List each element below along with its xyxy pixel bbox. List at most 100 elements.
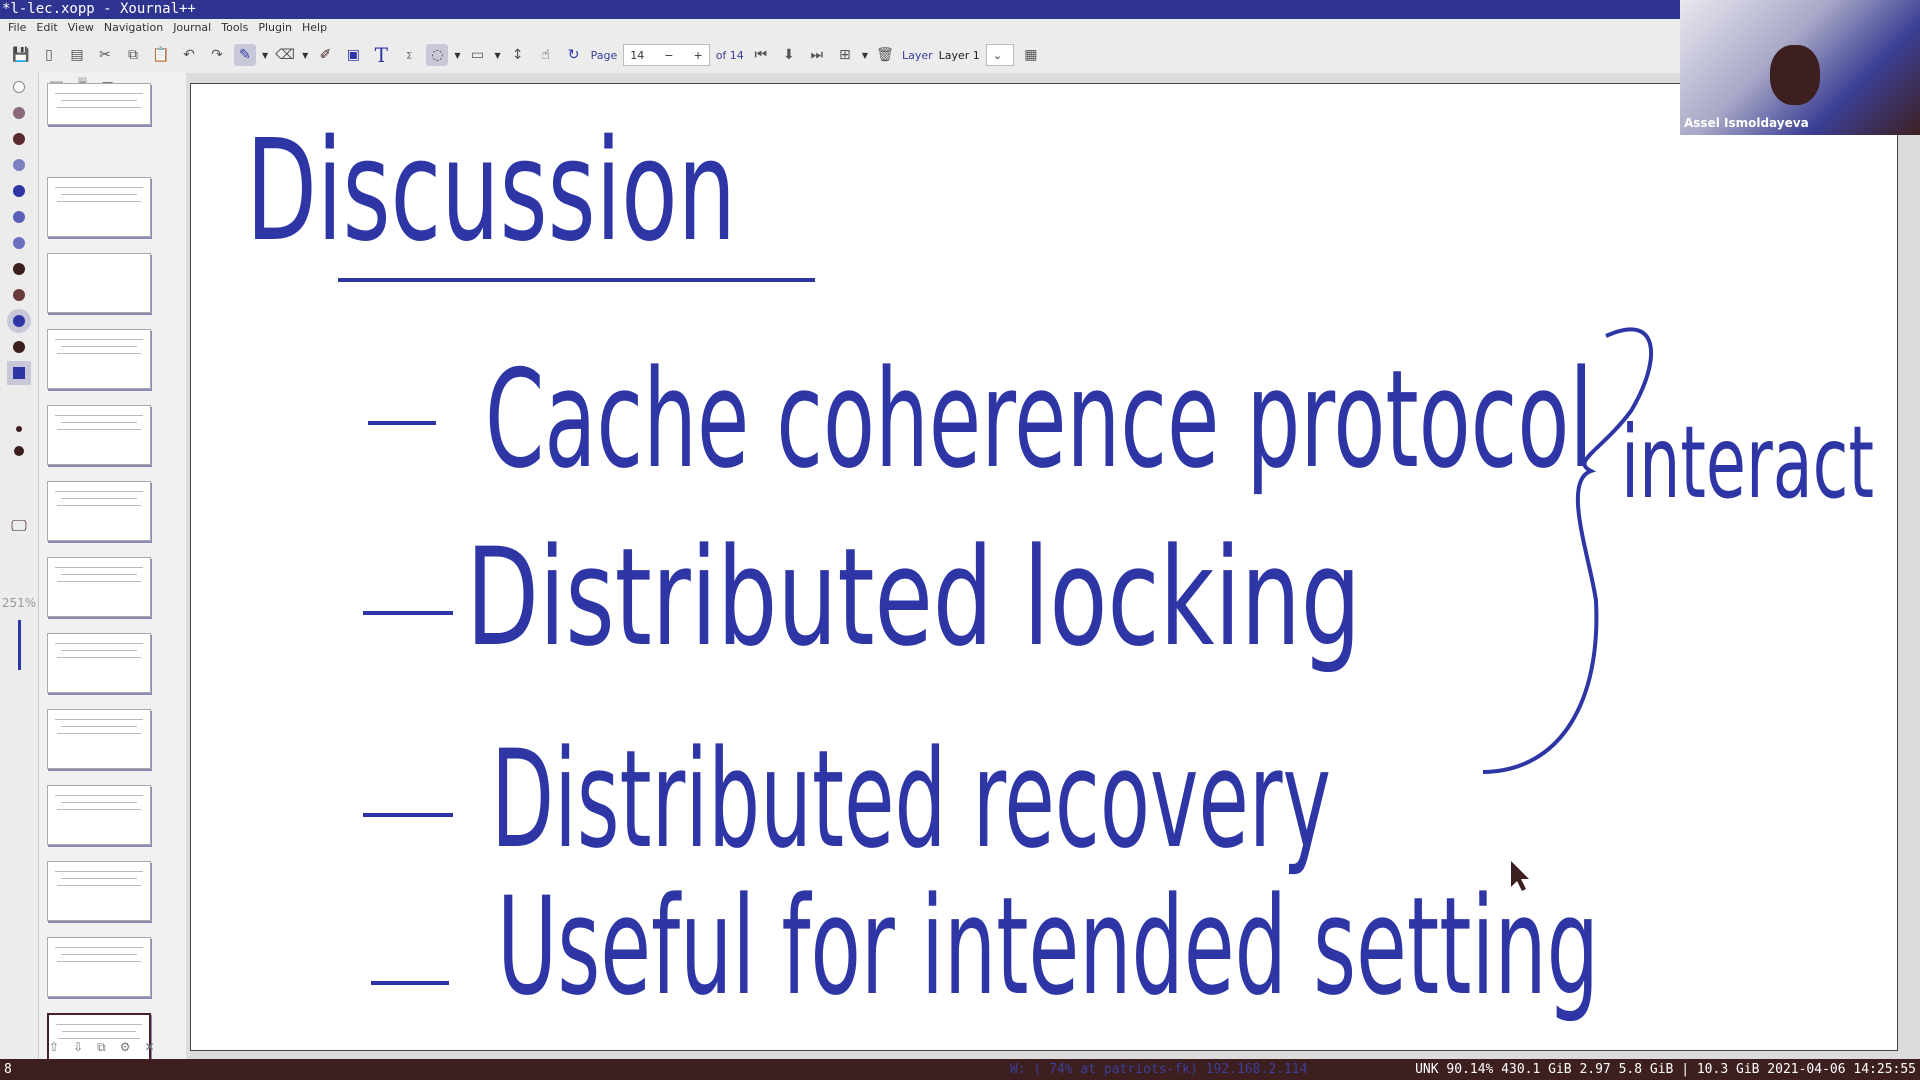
add-page-icon[interactable]: ⊞	[834, 44, 856, 66]
color-blue3[interactable]	[13, 237, 25, 249]
title-bar: *l-lec.xopp - Xournal++	[0, 0, 1680, 19]
next-annotated-icon[interactable]: ⬇	[778, 44, 800, 66]
item-cache-coherence: Cache coherence protocol	[485, 341, 1593, 498]
page-thumbnail[interactable]	[47, 329, 151, 389]
document-page[interactable]: Discussion Cache coherence protocol Dist…	[190, 83, 1898, 1051]
fullscreen-icon[interactable]: ▦	[1020, 44, 1042, 66]
color-blue[interactable]	[13, 185, 25, 197]
document-icon[interactable]: ▤	[66, 44, 88, 66]
pen-icon[interactable]: ✎	[234, 44, 256, 66]
page-thumbnail[interactable]	[47, 177, 151, 237]
participant-silhouette	[1770, 45, 1820, 105]
menu-bar: File Edit View Navigation Journal Tools …	[0, 19, 1680, 37]
page-thumbnail[interactable]	[47, 937, 151, 997]
vertical-space-icon[interactable]: ↕	[507, 44, 529, 66]
page-thumbnail[interactable]	[47, 861, 151, 921]
presentation-icon[interactable]: 🖵	[0, 516, 38, 536]
close-icon[interactable]: ✕	[144, 1040, 154, 1055]
zoom-level: 251%	[1, 596, 37, 610]
page-number-value: 14	[630, 48, 645, 62]
layer-label: Layer	[901, 48, 933, 62]
menu-plugin[interactable]: Plugin	[258, 19, 292, 37]
decrement-button[interactable]: −	[664, 49, 673, 62]
item-distributed-locking: Distributed locking	[466, 519, 1361, 676]
medium-size[interactable]	[16, 426, 22, 432]
copy-page-icon[interactable]: ⧉	[97, 1040, 106, 1055]
menu-help[interactable]: Help	[302, 19, 327, 37]
menu-journal[interactable]: Journal	[173, 19, 211, 37]
menu-tools[interactable]: Tools	[221, 19, 248, 37]
increment-button[interactable]: +	[693, 49, 702, 62]
toolbar: 💾 ▯ ▤ ✂ ⧉ 📋 ↶ ↷ ✎ ▼ ⌫ ▼ ✐ ▣ T ∑ ◌ ▼ ▭ ▼ ↕ ☝ …	[0, 37, 1680, 73]
custom-color[interactable]	[13, 367, 25, 379]
chevron-down-icon[interactable]: ▼	[302, 51, 308, 60]
hand-icon[interactable]: ☝	[535, 44, 557, 66]
chevron-down-icon[interactable]: ▼	[454, 51, 460, 60]
color-gray[interactable]	[13, 107, 25, 119]
page-thumbnail[interactable]	[47, 557, 151, 617]
color-brown[interactable]	[13, 289, 25, 301]
color-black[interactable]	[13, 341, 25, 353]
page-thumbnail[interactable]	[47, 633, 151, 693]
page-thumbnail[interactable]	[47, 253, 151, 313]
eraser-icon[interactable]: ⌫	[274, 44, 296, 66]
first-page-icon[interactable]: ⏮	[750, 44, 772, 66]
network-status: W: ( 74% at patriots-fk) 192.168.2.114	[1010, 1062, 1308, 1077]
zoom-slider[interactable]	[17, 620, 21, 670]
menu-navigation[interactable]: Navigation	[104, 19, 163, 37]
thick-size[interactable]	[14, 446, 24, 456]
system-status: UNK 90.14% 430.1 GiB 2.97 5.8 GiB | 10.3…	[1415, 1062, 1916, 1077]
undo-icon[interactable]: ↶	[178, 44, 200, 66]
chevron-down-icon[interactable]: ▼	[494, 51, 500, 60]
settings-icon[interactable]: ⚙	[120, 1040, 131, 1055]
color-maroon[interactable]	[13, 133, 25, 145]
page-thumbnail[interactable]	[47, 785, 151, 845]
select-rect-icon[interactable]: ▭	[466, 44, 488, 66]
page-total: of 14	[715, 48, 744, 62]
page-thumbnail[interactable]	[47, 481, 151, 541]
page-thumbnail[interactable]	[47, 709, 151, 769]
last-page-icon[interactable]: ⏭	[806, 44, 828, 66]
menu-edit[interactable]: Edit	[36, 19, 57, 37]
save-icon[interactable]: 💾	[10, 44, 32, 66]
menu-file[interactable]: File	[8, 19, 26, 37]
text-icon[interactable]: T	[370, 43, 392, 67]
shape-icon[interactable]: ◌	[426, 44, 449, 66]
paste-icon[interactable]: 📋	[150, 44, 172, 66]
move-up-icon[interactable]: ⇧	[49, 1040, 59, 1055]
color-selected[interactable]	[13, 315, 25, 327]
image-icon[interactable]: ▣	[342, 44, 364, 66]
annotation-interact: interact	[1621, 404, 1874, 521]
color-dark[interactable]	[13, 263, 25, 275]
participant-name: Assel Ismoldayeva	[1684, 116, 1809, 130]
chevron-down-icon[interactable]: ▼	[862, 51, 868, 60]
tool-palette: 🖵 251%	[0, 73, 38, 1059]
color-lightblue[interactable]	[13, 159, 25, 171]
move-down-icon[interactable]: ⇩	[73, 1040, 83, 1055]
status-bar: 8 W: ( 74% at patriots-fk) 192.168.2.114…	[0, 1059, 1920, 1080]
color-white[interactable]	[13, 81, 25, 93]
delete-page-icon[interactable]: 🗑	[874, 44, 896, 66]
page-label: Page	[590, 48, 618, 62]
webcam-overlay: Assel Ismoldayeva	[1680, 0, 1920, 135]
math-tex-icon[interactable]: ∑	[398, 44, 420, 66]
item-useful-setting: Useful for intended setting	[497, 868, 1599, 1025]
copy-icon[interactable]: ⧉	[122, 44, 144, 66]
page-number-input[interactable]: 14 − +	[623, 44, 710, 66]
highlighter-icon[interactable]: ✐	[314, 44, 336, 66]
page-heading: Discussion	[246, 110, 736, 273]
thin-size[interactable]	[18, 409, 21, 412]
page-thumbnail[interactable]	[47, 83, 151, 125]
page-thumbnail[interactable]	[47, 405, 151, 465]
window-title: *l-lec.xopp - Xournal++	[2, 1, 196, 17]
cut-icon[interactable]: ✂	[94, 44, 116, 66]
layer-dropdown[interactable]: ⌄	[985, 44, 1014, 66]
redo-icon[interactable]: ↷	[206, 44, 228, 66]
item-distributed-recovery: Distributed recovery	[491, 721, 1331, 878]
page-thumbnails: ▤ ▯ ≣ ⇧⇩⧉⚙✕	[38, 73, 186, 1073]
color-blue2[interactable]	[13, 211, 25, 223]
menu-view[interactable]: View	[68, 19, 94, 37]
new-page-icon[interactable]: ▯	[38, 44, 60, 66]
rotation-snap-icon[interactable]: ↻	[563, 44, 585, 66]
chevron-down-icon[interactable]: ▼	[262, 51, 268, 60]
